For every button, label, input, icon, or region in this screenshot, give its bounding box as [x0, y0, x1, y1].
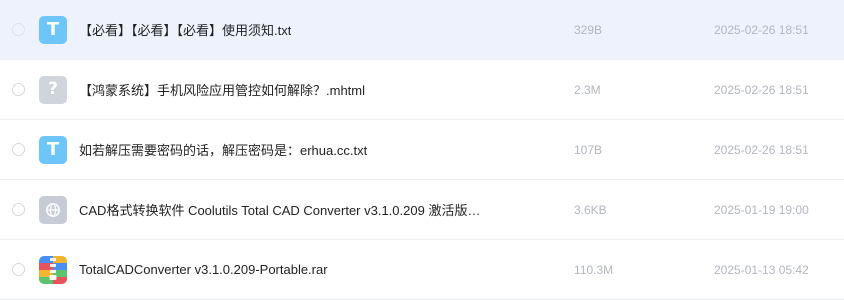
row-checkbox[interactable]	[12, 143, 25, 156]
row-checkbox[interactable]	[12, 263, 25, 276]
row-checkbox[interactable]	[12, 203, 25, 216]
globe-icon	[46, 202, 60, 217]
file-name[interactable]: 【鸿蒙系统】手机风险应用管控如何解除？.mhtml	[79, 80, 365, 99]
file-size: 2.3M	[574, 82, 601, 97]
file-name[interactable]: 如若解压需要密码的话，解压密码是：erhua.cc.txt	[79, 140, 367, 159]
file-row[interactable]: CAD格式转换软件 Coolutils Total CAD Converter …	[0, 180, 844, 240]
txt-file-icon: T	[39, 15, 67, 44]
file-date: 2025‑02‑26 18:51	[714, 22, 809, 37]
file-row[interactable]: T 【必看】【必看】【必看】使用须知.txt 329B 2025‑02‑26 1…	[0, 0, 844, 60]
row-checkbox[interactable]	[12, 83, 25, 96]
file-size: 110.3M	[574, 262, 614, 277]
txt-file-icon: T	[39, 135, 67, 164]
file-name[interactable]: CAD格式转换软件 Coolutils Total CAD Converter …	[79, 200, 480, 219]
row-checkbox[interactable]	[12, 23, 25, 36]
file-size: 107B	[574, 142, 603, 157]
file-date: 2025‑01‑13 05:42	[714, 262, 809, 277]
file-date: 2025‑02‑26 18:51	[714, 82, 809, 97]
file-row[interactable]: TotalCADConverter v3.1.0.209-Portable.ra…	[0, 240, 844, 300]
file-name[interactable]: 【必看】【必看】【必看】使用须知.txt	[79, 20, 291, 39]
file-size: 3.6KB	[574, 202, 607, 217]
file-date: 2025‑01‑19 19:00	[714, 202, 809, 217]
unknown-file-icon: ?	[39, 75, 67, 104]
file-size: 329B	[574, 22, 603, 37]
file-row[interactable]: T 如若解压需要密码的话，解压密码是：erhua.cc.txt 107B 202…	[0, 120, 844, 180]
file-row[interactable]: ? 【鸿蒙系统】手机风险应用管控如何解除？.mhtml 2.3M 2025‑02…	[0, 60, 844, 120]
link-file-icon	[39, 195, 67, 224]
file-name[interactable]: TotalCADConverter v3.1.0.209-Portable.ra…	[79, 262, 328, 277]
archive-file-icon	[39, 255, 67, 284]
file-list: T 【必看】【必看】【必看】使用须知.txt 329B 2025‑02‑26 1…	[0, 0, 844, 300]
file-date: 2025‑02‑26 18:51	[714, 142, 809, 157]
